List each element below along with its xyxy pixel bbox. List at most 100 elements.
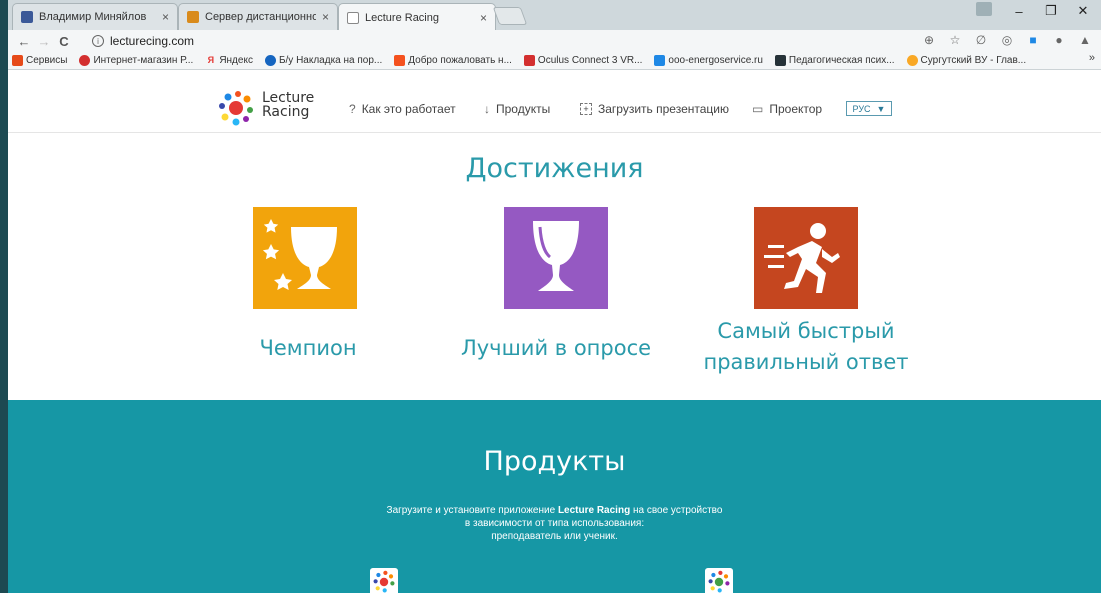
forward-button[interactable]: → [34,34,54,49]
bookmark-item[interactable]: Интернет-магазин Р... [79,55,193,66]
language-select[interactable]: РУС ▼ [846,101,892,116]
products-title: Продукты [483,446,626,477]
trophy-icon [533,221,579,291]
moodle-icon [187,11,199,23]
nav-label: Загрузить презентацию [598,102,729,116]
tab-strip: Владимир Миняйлов × Сервер дистанционног… [8,0,1101,31]
more-bookmarks-button[interactable]: » [1089,52,1095,64]
teacher-app-logo[interactable] [370,568,398,593]
student-app-logo[interactable] [705,568,733,593]
trophy-stars-icon [262,219,337,290]
desc-suffix: на свое устройство [630,505,723,516]
restore-button[interactable]: ❐ [1035,3,1067,19]
bookmark-label: Яндекс [219,55,253,66]
desc-line1: Загрузите и установите приложение Lectur… [8,504,1101,517]
desc-prefix: Загрузите и установите приложение [386,505,558,516]
bookmark-item[interactable]: ooo-energoservice.ru [654,55,763,66]
url-text[interactable]: lecturecing.com [110,34,194,48]
close-tab-icon[interactable]: × [480,11,487,25]
close-window-button[interactable]: ✕ [1067,3,1099,19]
reload-button[interactable]: C [54,34,74,49]
bookmark-label: Интернет-магазин Р... [93,55,194,66]
bookmark-label: Педагогическая псих... [788,55,895,66]
tab-distance-server[interactable]: Сервер дистанционного × [178,3,338,30]
bookmark-label: Сервисы [26,55,68,66]
app-name: Lecture Racing [557,505,631,516]
bookmark-label: Добро пожаловать н... [408,55,512,66]
logo-line1: Lecture [262,90,315,106]
lecture-racing-logo[interactable] [216,88,256,128]
tab-lecture-racing[interactable]: Lecture Racing × [338,3,496,31]
desc-line2: в зависимости от типа использования: [464,518,645,529]
bookmark-services[interactable]: Сервисы [12,55,67,66]
running-man-icon [764,223,840,293]
bookmarks-bar: Сервисы Интернет-магазин Р... Я Яндекс Б… [8,52,1101,70]
page-icon [347,11,359,24]
apps-icon [12,55,23,66]
achievement-champion [253,207,357,309]
extension-icon[interactable]: ▲ [1077,33,1093,47]
browser-window: Владимир Миняйлов × Сервер дистанционног… [8,0,1101,593]
browser-toolbar: ← → C i lecturecing.com ⊕ ☆ ∅ ◎ ■ ● ▲ [8,30,1101,52]
site-icon [654,55,666,66]
achievement-fastest [754,207,858,309]
bookmark-label: ooo-energoservice.ru [668,55,763,66]
label-line2: правильный ответ [703,350,909,374]
extension-icon[interactable]: ● [1051,33,1067,47]
logo-line2: Racing [262,104,310,120]
nav-label: Проектор [769,102,823,116]
tab-vk-profile[interactable]: Владимир Миняйлов × [12,3,178,30]
bookmark-label: Oculus Connect 3 VR... [537,55,643,66]
nav-projector[interactable]: ▭ Проектор [752,102,822,116]
profile-icon[interactable] [976,2,992,16]
projector-icon: ▭ [752,102,764,116]
nav-products[interactable]: ↓ Продукты [484,102,550,116]
tab-title: Владимир Миняйлов [39,11,147,23]
close-tab-icon[interactable]: × [322,10,329,24]
bookmark-yandex[interactable]: Я Яндекс [205,55,253,66]
toolbar-icons: ⊕ ☆ ∅ ◎ ■ ● ▲ [921,33,1093,47]
site-icon [394,55,406,66]
tab-title: Lecture Racing [365,11,439,24]
info-icon[interactable]: i [92,35,104,47]
bookmark-label: Б/у Накладка на пор... [278,55,383,66]
site-icon [774,55,786,66]
bookmark-item[interactable]: Сургутский ВУ - Глав... [906,55,1027,66]
extension-icon[interactable]: ■ [1025,33,1041,47]
bookmark-item[interactable]: Б/у Накладка на пор... [264,55,383,66]
close-tab-icon[interactable]: × [162,10,169,24]
minimize-button[interactable]: – [1003,4,1035,19]
circle-icon [264,55,276,66]
new-tab-button[interactable] [492,7,528,25]
achievement-best-poll-label: Лучший в опросе [460,336,652,360]
tab-title: Сервер дистанционного [205,11,316,23]
achievement-fastest-label: Самый быстрый правильный ответ [698,316,914,378]
upload-icon: + [580,103,592,115]
bookmark-item[interactable]: Oculus Connect 3 VR... [523,55,643,66]
extension-icon[interactable]: ∅ [973,33,989,47]
site-icon [906,55,918,66]
star-icon[interactable]: ☆ [947,33,963,47]
nav-upload-presentation[interactable]: + Загрузить презентацию [580,102,729,116]
products-section: Продукты Загрузите и установите приложен… [8,400,1101,593]
nav-how-it-works[interactable]: ? Как это работает [349,102,456,116]
logo-text[interactable]: Lecture Racing [262,91,314,119]
facebook-icon [21,11,33,23]
bookmark-label: Сургутский ВУ - Глав... [920,55,1027,66]
products-description: Загрузите и установите приложение Lectur… [8,504,1101,543]
address-bar[interactable]: i lecturecing.com [92,32,907,50]
label-line1: Самый быстрый [717,319,895,343]
language-value: РУС [852,103,871,114]
achievements-title: Достижения [465,153,644,184]
site-nav: Lecture Racing ? Как это работает ↓ Прод… [8,71,1101,133]
desc-line3: преподаватель или ученик. [491,531,618,542]
nav-label: Продукты [496,102,551,116]
bookmark-item[interactable]: Педагогическая псих... [774,55,895,66]
zoom-icon[interactable]: ⊕ [921,33,937,47]
bookmark-item[interactable]: Добро пожаловать н... [394,55,512,66]
arrow-down-icon: ↓ [484,102,490,116]
nav-label: Как это работает [361,102,456,116]
extension-icon[interactable]: ◎ [999,33,1015,47]
achievement-champion-label: Чемпион [259,336,357,360]
back-button[interactable]: ← [14,34,34,49]
